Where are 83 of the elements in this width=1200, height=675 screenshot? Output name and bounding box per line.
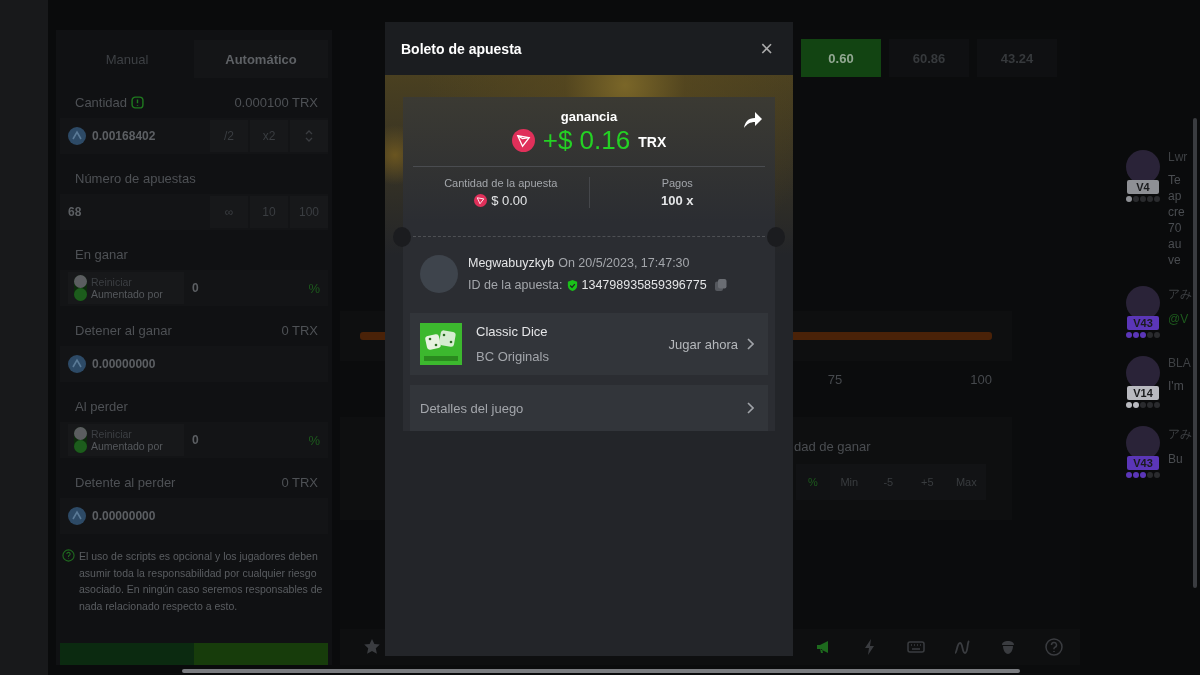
win-amount: +$ 0.16 [542,125,631,156]
count-button[interactable]: ∞ [210,196,248,228]
scrollbar[interactable] [1193,118,1197,588]
stat-label: Cantidad de la apuesta [444,177,558,189]
photo-placeholder [420,255,458,293]
field-label: Al perder [75,398,128,414]
message-text: ve [1168,252,1182,268]
message-text: Bu [1168,451,1184,467]
user-name: Megwabuyzkyb [468,256,555,270]
mode-tab[interactable]: Automático [194,40,328,78]
stat-value: 100 x [660,193,694,208]
field-hint: 0 TRX [281,322,318,338]
field-label: Número de apuestas [75,170,196,186]
field-hint: 0 TRX [281,474,318,490]
dialog-title: Boleto de apuesta [401,40,522,57]
game-name: Classic Dice [476,324,549,339]
bet-id-label: ID de la apuesta: [468,278,563,292]
currency-label: TRX [638,134,667,150]
vip-badge: V43 [1127,316,1159,330]
message-text: ap [1168,188,1183,204]
message-text: au [1168,236,1183,252]
field-label: En ganar [75,246,128,262]
field-value: 68 [68,205,82,219]
info-icon [131,95,145,109]
message-text: cre [1168,204,1186,220]
chevron-right-icon [746,338,754,350]
play-link[interactable]: Jugar ahora [668,336,738,352]
shield-check-icon [565,278,579,292]
field-value: 0.00168402 [92,129,156,143]
help-icon [62,549,75,562]
field-label: Detener al ganar [75,322,172,338]
user-name: Lwr [1168,150,1188,164]
action-button[interactable] [194,643,328,665]
start-button[interactable] [60,643,194,665]
message-text: @V [1168,311,1190,327]
field-label: Cantidad [75,94,128,110]
game-row[interactable]: Classic Dice BC Originals Jugar ahora [410,313,768,375]
game-provider: BC Originals [476,349,549,364]
dice-thumbnail-drawing [420,323,462,365]
coin-icon [68,507,86,525]
message-text: I'm [1168,378,1185,394]
trx-coin-icon [474,194,488,207]
message-text: Te [1168,172,1182,188]
vip-badge: V14 [1127,386,1159,400]
scale-label: 100 [970,372,992,387]
switch-option: Aumentado por [91,440,163,452]
trx-coin-icon [511,129,535,152]
stat-value: $ 0.00 [491,193,528,208]
field-label: dad de ganar [794,439,871,454]
coin-icon [68,127,86,145]
bet-date: On 20/5/2023, 17:47:30 [558,256,690,270]
field-value: 0.00000000 [92,357,156,371]
vip-badge: V43 [1127,456,1159,470]
chart-line-icon[interactable] [952,637,972,657]
message-text: 70 [1168,220,1183,236]
switch-option: Aumentado por [91,288,163,300]
help-icon[interactable] [1044,637,1064,657]
bet-id: 134798935859396775 [581,278,707,292]
share-icon[interactable] [743,111,763,129]
disclaimer-text: El uso de scripts es opcional y los jugadores deben asumir toda la responsabilidad por cualquier riesgo asociado. En ningún caso seremos responsables de nada relacionado respecto a esto. [79,549,324,614]
field-hint: 0.000100 TRX [234,94,318,110]
stepper-button[interactable] [290,120,328,152]
user-name: BLA [1168,356,1191,370]
coin-icon [68,355,86,373]
field-value: 0 [192,281,199,295]
scrollbar[interactable] [182,669,1020,673]
vip-badge: V4 [1127,180,1159,194]
field-value: 0.00000000 [92,509,156,523]
percent-unit: % [308,280,320,296]
field-label: Detente al perder [75,474,176,490]
details-label: Detalles del juego [420,400,524,416]
up-down-icon [303,128,315,144]
win-label: ganancia [560,109,618,124]
percent-unit: % [807,476,819,488]
game-details-row[interactable]: Detalles del juego [410,385,768,431]
stat-label: Pagos [661,177,693,189]
copy-icon[interactable] [713,278,728,292]
scale-label: 75 [827,372,843,387]
close-button[interactable]: × [756,35,777,62]
chevron-right-icon [746,402,754,414]
percent-unit: % [308,432,320,448]
result-chip[interactable]: 0.60 [801,39,881,77]
field-value: 0 [192,433,199,447]
